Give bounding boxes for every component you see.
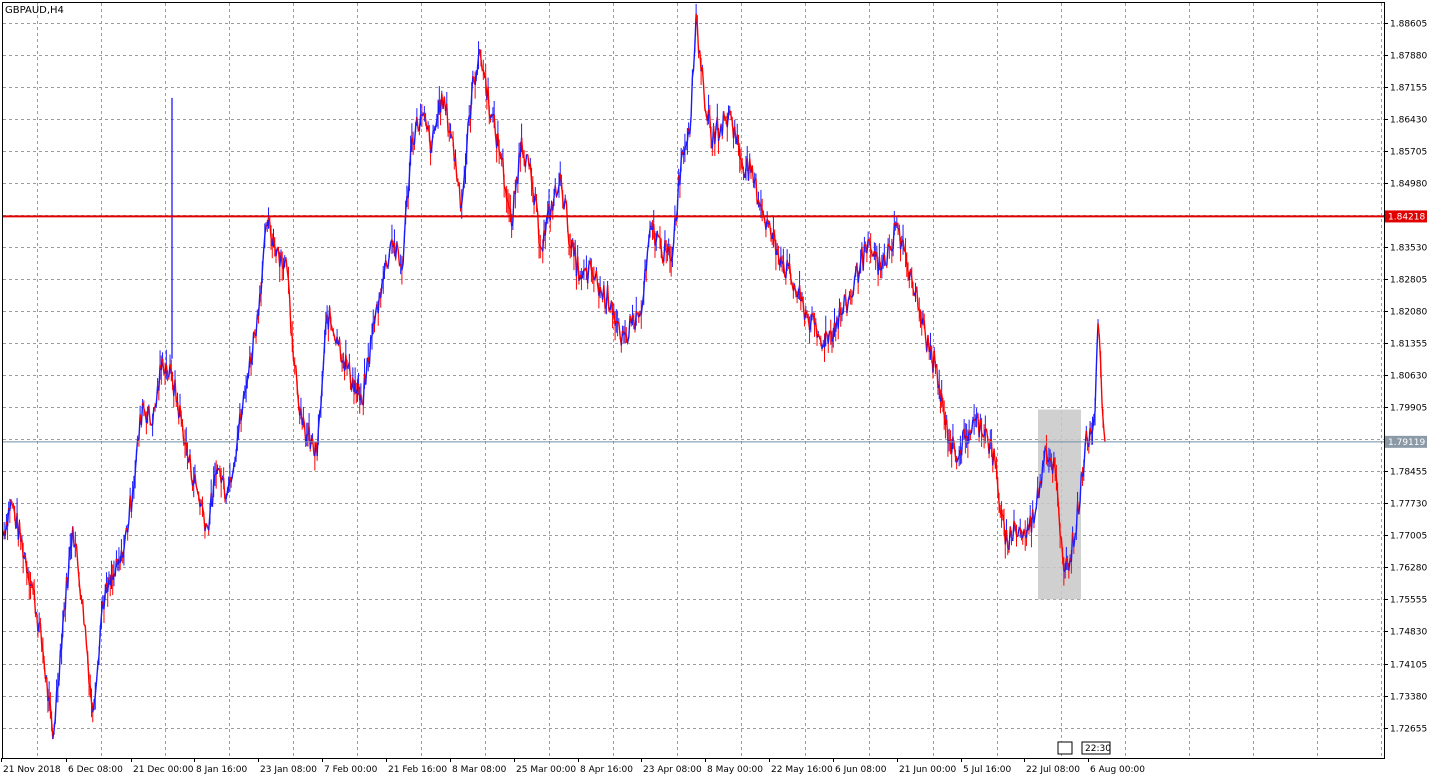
x-tick-label: 22 May 16:00 [771,765,833,775]
y-tick-label: 1.75555 [1390,596,1427,606]
current-price-label: 1.79119 [1388,438,1425,448]
y-tick-label: 1.82805 [1390,276,1427,286]
x-tick-label: 23 Apr 08:00 [643,765,702,775]
y-tick-label: 1.73380 [1390,693,1427,703]
y-tick-label: 1.79905 [1390,404,1427,414]
y-tick-label: 1.88605 [1390,20,1427,30]
x-tick-label: 6 Aug 00:00 [1090,765,1145,775]
x-tick-label: 23 Jan 08:00 [260,765,317,775]
chart-window[interactable]: 1.88605 1.87880 1.87155 1.86430 1.85705 1.849… [0,0,1436,779]
price-segment [1094,377,1097,412]
y-tick-label: 1.87155 [1390,84,1427,94]
y-tick-label: 1.80630 [1390,372,1427,382]
y-tick-label: 1.81355 [1390,340,1427,350]
chart-background [0,0,1436,779]
price-chart[interactable]: 1.88605 1.87880 1.87155 1.86430 1.85705 1.849… [0,0,1436,779]
x-tick-label: 6 Jun 08:00 [835,765,887,775]
price-segment [1102,418,1105,432]
x-tick-label: 22 Jul 08:00 [1026,765,1080,775]
x-tick-label: 21 Dec 00:00 [133,765,194,775]
y-tick-label: 1.83530 [1390,244,1427,254]
x-tick-label: 8 May 00:00 [707,765,763,775]
y-tick-label: 1.85705 [1390,148,1427,158]
highlight-region [1038,409,1081,600]
x-tick-label: 8 Apr 16:00 [580,765,633,775]
y-tick-label: 1.78455 [1390,468,1427,478]
price-segment [1103,431,1106,442]
x-tick-label: 8 Mar 08:00 [452,765,507,775]
y-tick-label: 1.77730 [1390,500,1427,510]
y-tick-label: 1.76280 [1390,564,1427,574]
x-tick-label: 21 Jun 00:00 [899,765,956,775]
symbol-title: GBPAUD,H4 [5,5,64,16]
y-tick-label: 1.86430 [1390,116,1427,126]
y-tick-label: 1.74830 [1390,628,1427,638]
x-tick-label: 25 Mar 00:00 [516,765,576,775]
x-tick-label: 6 Dec 08:00 [68,765,123,775]
y-tick-label: 1.84980 [1390,180,1427,190]
y-tick-label: 1.72655 [1390,725,1427,735]
x-tick-label: 21 Nov 2018 [3,765,61,775]
y-tick-label: 1.87880 [1390,52,1427,62]
time-marker-label: 22:30 [1085,744,1111,754]
resistance-price-label: 1.84218 [1388,212,1425,222]
x-tick-label: 8 Jan 16:00 [196,765,248,775]
scroll-marker-icon[interactable] [1057,741,1073,755]
x-tick-label: 7 Feb 00:00 [324,765,378,775]
y-tick-label: 1.82080 [1390,308,1427,318]
y-tick-label: 1.77005 [1390,532,1427,542]
x-tick-label: 5 Jul 16:00 [963,765,1012,775]
x-tick-label: 21 Feb 16:00 [388,765,447,775]
y-tick-label: 1.74105 [1390,661,1427,671]
